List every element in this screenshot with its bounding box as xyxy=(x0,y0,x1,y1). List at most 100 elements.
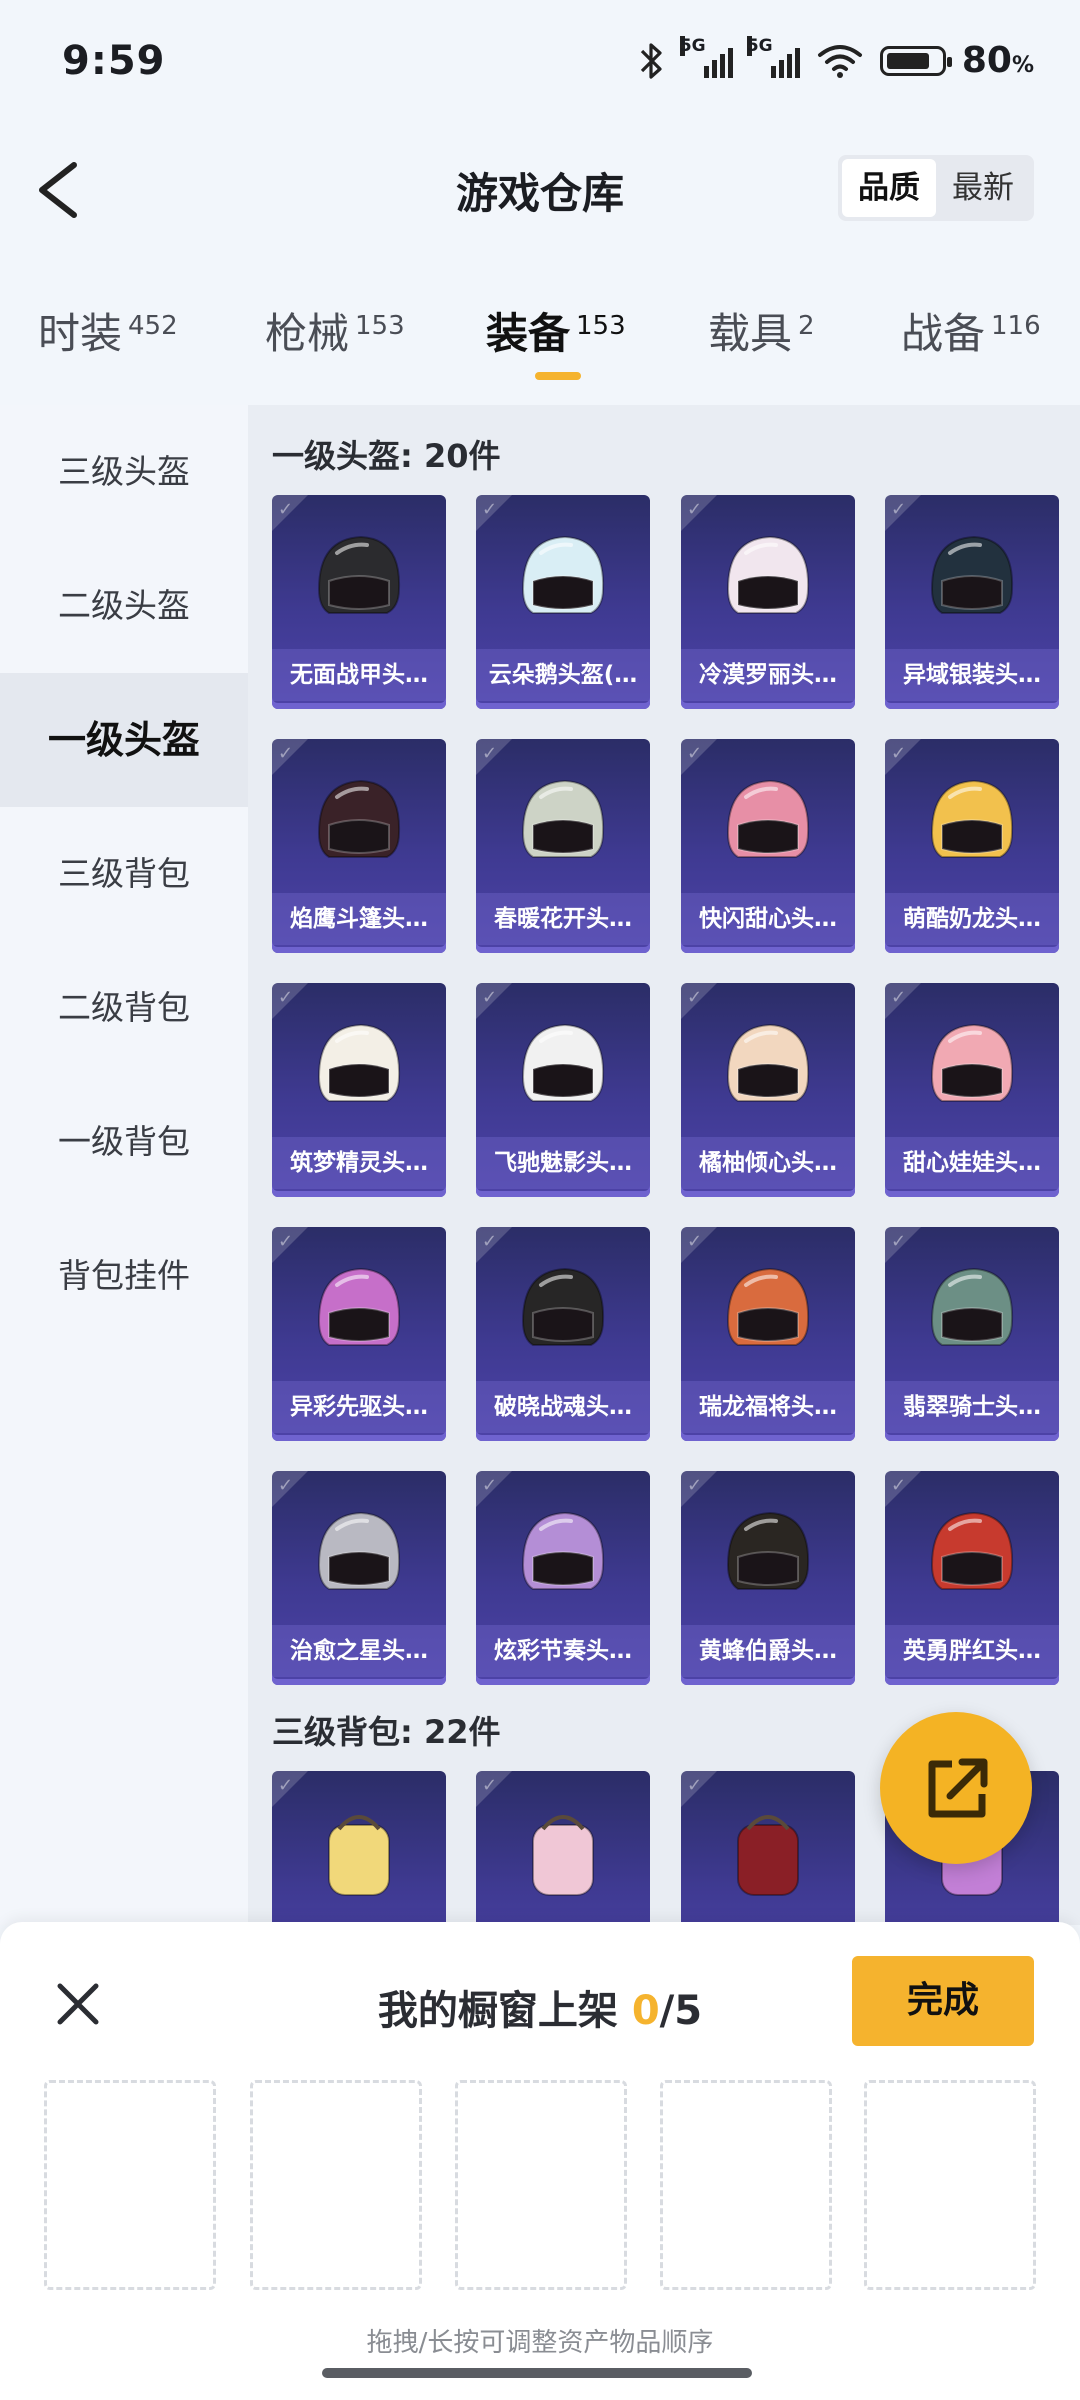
tab-vehicles[interactable]: 载具 2 xyxy=(708,300,815,361)
item-name: 英勇胖红头… xyxy=(885,1625,1059,1677)
item-name: 瑞龙福将头… xyxy=(681,1381,855,1433)
sidebar-item-backpack-charm[interactable]: 背包挂件 xyxy=(0,1209,248,1343)
sidebar-item-level3-helmet[interactable]: 三级头盔 xyxy=(0,405,248,539)
showcase-slot[interactable] xyxy=(864,2080,1036,2290)
status-icons: 5G 5G 80% xyxy=(638,35,1034,81)
checkmark-icon: ✓ xyxy=(687,1231,703,1252)
battery-percent: 80% xyxy=(961,40,1034,81)
helmet-item-card[interactable]: ✓ 炫彩节奏头… xyxy=(476,1471,650,1685)
checkmark-icon: ✓ xyxy=(278,1231,294,1252)
sort-option-quality[interactable]: 品质 xyxy=(842,159,936,217)
helmet-item-card[interactable]: ✓ 异彩先驱头… xyxy=(272,1227,446,1441)
section-title-level1-helmet: 一级头盔: 20件 xyxy=(272,437,501,475)
sort-option-latest[interactable]: 最新 xyxy=(936,159,1030,217)
checkmark-icon: ✓ xyxy=(891,743,907,764)
helmet-item-card[interactable]: ✓ 治愈之星头… xyxy=(272,1471,446,1685)
helmet-item-card[interactable]: ✓ 破晓战魂头… xyxy=(476,1227,650,1441)
sidebar-item-level2-backpack[interactable]: 二级背包 xyxy=(0,941,248,1075)
sidebar-item-level2-helmet[interactable]: 二级头盔 xyxy=(0,539,248,673)
item-name: 翡翠骑士头… xyxy=(885,1381,1059,1433)
helmet-item-card[interactable]: ✓ 无面战甲头… xyxy=(272,495,446,709)
helmet-item-card[interactable]: ✓ 英勇胖红头… xyxy=(885,1471,1059,1685)
helmet-item-card[interactable]: ✓ 黄蜂伯爵头… xyxy=(681,1471,855,1685)
wifi-icon xyxy=(817,44,862,78)
helmet-item-card[interactable]: ✓ 翡翠骑士头… xyxy=(885,1227,1059,1441)
checkmark-icon: ✓ xyxy=(278,987,294,1008)
sidebar-item-level3-backpack[interactable]: 三级背包 xyxy=(0,807,248,941)
done-button[interactable]: 完成 xyxy=(852,1956,1034,2046)
helmet-item-card[interactable]: ✓ 萌酷奶龙头… xyxy=(885,739,1059,953)
checkmark-icon: ✓ xyxy=(891,499,907,520)
tab-fashion[interactable]: 时装 452 xyxy=(38,300,178,361)
checkmark-icon: ✓ xyxy=(278,499,294,520)
showcase-slot[interactable] xyxy=(44,2080,216,2290)
status-time: 9:59 xyxy=(62,38,166,84)
helmet-icon xyxy=(521,1511,605,1590)
tab-guns[interactable]: 枪械 153 xyxy=(265,300,405,361)
checkmark-icon: ✓ xyxy=(687,1775,703,1796)
helmet-icon xyxy=(930,1023,1014,1102)
backpack-item-card[interactable]: ✓ xyxy=(476,1771,650,1925)
checkmark-icon: ✓ xyxy=(482,499,498,520)
helmet-icon xyxy=(930,1511,1014,1590)
checkmark-icon: ✓ xyxy=(891,1475,907,1496)
showcase-sheet: 我的橱窗上架 0/5 完成 拖拽/长按可调整资产物品顺序 xyxy=(0,1922,1080,2400)
helmet-item-card[interactable]: ✓ 橘柚倾心头… xyxy=(681,983,855,1197)
backpack-item-card[interactable]: ✓ xyxy=(681,1771,855,1925)
active-tab-indicator xyxy=(535,372,581,380)
item-name: 筑梦精灵头… xyxy=(272,1137,446,1189)
sidebar-item-level1-backpack[interactable]: 一级背包 xyxy=(0,1075,248,1209)
reorder-hint: 拖拽/长按可调整资产物品顺序 xyxy=(366,2328,714,2358)
item-name: 破晓战魂头… xyxy=(476,1381,650,1433)
item-name: 异彩先驱头… xyxy=(272,1381,446,1433)
helmet-item-card[interactable]: ✓ 冷漠罗丽头… xyxy=(681,495,855,709)
item-name: 异域银装头… xyxy=(885,649,1059,701)
helmet-icon xyxy=(317,1023,401,1102)
item-name: 冷漠罗丽头… xyxy=(681,649,855,701)
checkmark-icon: ✓ xyxy=(278,1775,294,1796)
helmet-icon xyxy=(726,1023,810,1102)
sidebar-item-level1-helmet[interactable]: 一级头盔 xyxy=(0,673,248,807)
helmet-icon xyxy=(726,779,810,858)
backpack-item-card[interactable]: ✓ xyxy=(272,1771,446,1925)
battery-icon xyxy=(879,45,952,76)
showcase-slot[interactable] xyxy=(660,2080,832,2290)
helmet-icon xyxy=(930,535,1014,614)
helmet-icon xyxy=(317,1511,401,1590)
checkmark-icon: ✓ xyxy=(482,1775,498,1796)
item-name: 无面战甲头… xyxy=(272,649,446,701)
helmet-item-card[interactable]: ✓ 飞驰魅影头… xyxy=(476,983,650,1197)
checkmark-icon: ✓ xyxy=(891,1231,907,1252)
share-out-icon xyxy=(928,1758,988,1818)
category-tabs: 时装 452 枪械 153 装备 153 载具 2 战备 116 xyxy=(0,300,1080,380)
helmet-item-card[interactable]: ✓ 焰鹰斗篷头… xyxy=(272,739,446,953)
helmet-item-card[interactable]: ✓ 瑞龙福将头… xyxy=(681,1227,855,1441)
showcase-slot[interactable] xyxy=(250,2080,422,2290)
item-name: 飞驰魅影头… xyxy=(476,1137,650,1189)
helmet-icon xyxy=(521,779,605,858)
helmet-icon xyxy=(726,1511,810,1590)
tab-supplies[interactable]: 战备 116 xyxy=(901,300,1041,361)
item-name: 黄蜂伯爵头… xyxy=(681,1625,855,1677)
backpack-icon xyxy=(737,1815,799,1896)
checkmark-icon: ✓ xyxy=(482,1231,498,1252)
section-title-level3-backpack: 三级背包: 22件 xyxy=(272,1713,501,1751)
cellular-signal-icon: 5G xyxy=(679,35,733,78)
showcase-slot[interactable] xyxy=(455,2080,627,2290)
item-name: 萌酷奶龙头… xyxy=(885,893,1059,945)
helmet-item-card[interactable]: ✓ 异域银装头… xyxy=(885,495,1059,709)
helmet-icon xyxy=(726,1267,810,1346)
helmet-icon xyxy=(521,1267,605,1346)
share-button[interactable] xyxy=(880,1712,1032,1864)
tab-equipment[interactable]: 装备 153 xyxy=(486,300,626,361)
checkmark-icon: ✓ xyxy=(687,499,703,520)
helmet-item-card[interactable]: ✓ 甜心娃娃头… xyxy=(885,983,1059,1197)
checkmark-icon: ✓ xyxy=(687,743,703,764)
bluetooth-icon xyxy=(640,42,662,79)
checkmark-icon: ✓ xyxy=(278,1475,294,1496)
helmet-item-card[interactable]: ✓ 云朵鹅头盔(… xyxy=(476,495,650,709)
backpack-icon xyxy=(328,1815,390,1896)
helmet-item-card[interactable]: ✓ 春暖花开头… xyxy=(476,739,650,953)
helmet-item-card[interactable]: ✓ 筑梦精灵头… xyxy=(272,983,446,1197)
helmet-item-card[interactable]: ✓ 快闪甜心头… xyxy=(681,739,855,953)
